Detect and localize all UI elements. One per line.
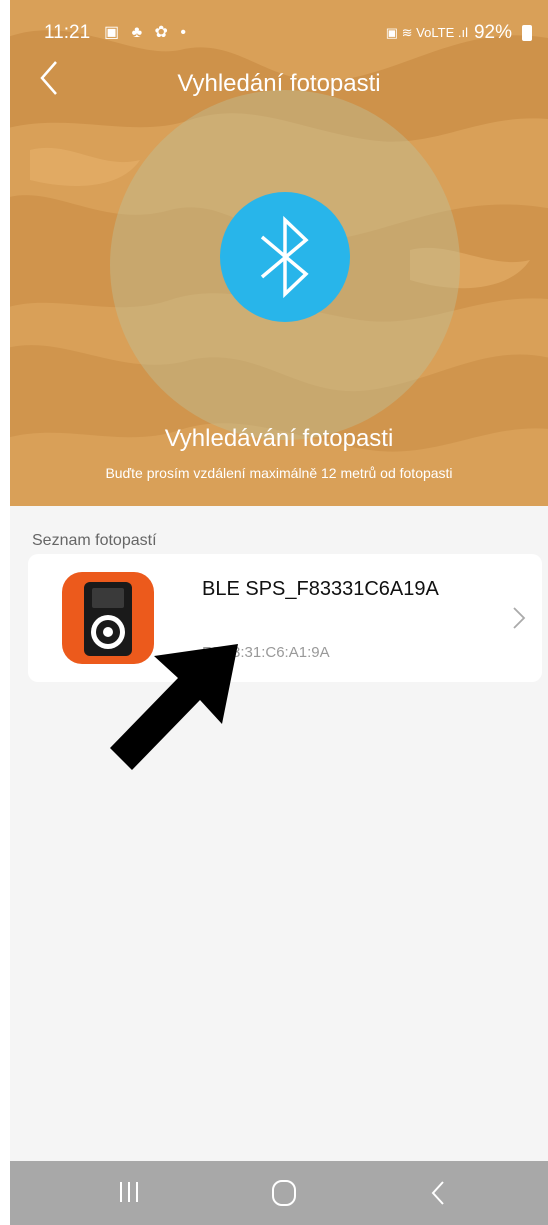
bluetooth-icon	[260, 215, 309, 299]
battery-icon	[522, 25, 532, 41]
recent-apps-icon[interactable]	[116, 1179, 142, 1205]
home-icon[interactable]	[270, 1179, 298, 1207]
bluetooth-button	[220, 192, 350, 322]
phone-screen: 11:21 ▣ ♣ ✿ • ▣ ≋ VoLTE .ıl 92% Vyhledán…	[10, 0, 548, 1225]
pointer-arrow-annotation	[110, 644, 238, 770]
status-bar: 11:21 ▣ ♣ ✿ • ▣ ≋ VoLTE .ıl 92%	[10, 18, 548, 50]
scan-heading: Vyhledávání fotopasti	[164, 425, 394, 452]
nav-back-icon[interactable]	[428, 1179, 448, 1207]
system-nav-bar	[10, 1161, 548, 1225]
chevron-right-icon	[513, 607, 526, 629]
signal-icons: ▣ ≋ VoLTE .ıl	[385, 25, 468, 40]
device-name: BLE SPS_F83331C6A19A	[202, 578, 439, 600]
scan-hint: Buďte prosím vzdálení maximálně 12 metrů…	[105, 465, 453, 481]
device-list-item[interactable]: BLE SPS_F83331C6A19A F8:33:31:C6:A1:9A	[28, 554, 542, 682]
notification-icons: ▣ ♣ ✿ •	[104, 24, 190, 41]
scan-hero: 11:21 ▣ ♣ ✿ • ▣ ≋ VoLTE .ıl 92% Vyhledán…	[10, 0, 548, 506]
device-list-title: Seznam fotopastí	[32, 532, 157, 549]
battery-percent: 92%	[473, 22, 512, 43]
status-time: 11:21	[44, 22, 91, 43]
system-icons: ▣ ≋ VoLTE .ıl 92%	[386, 22, 532, 44]
